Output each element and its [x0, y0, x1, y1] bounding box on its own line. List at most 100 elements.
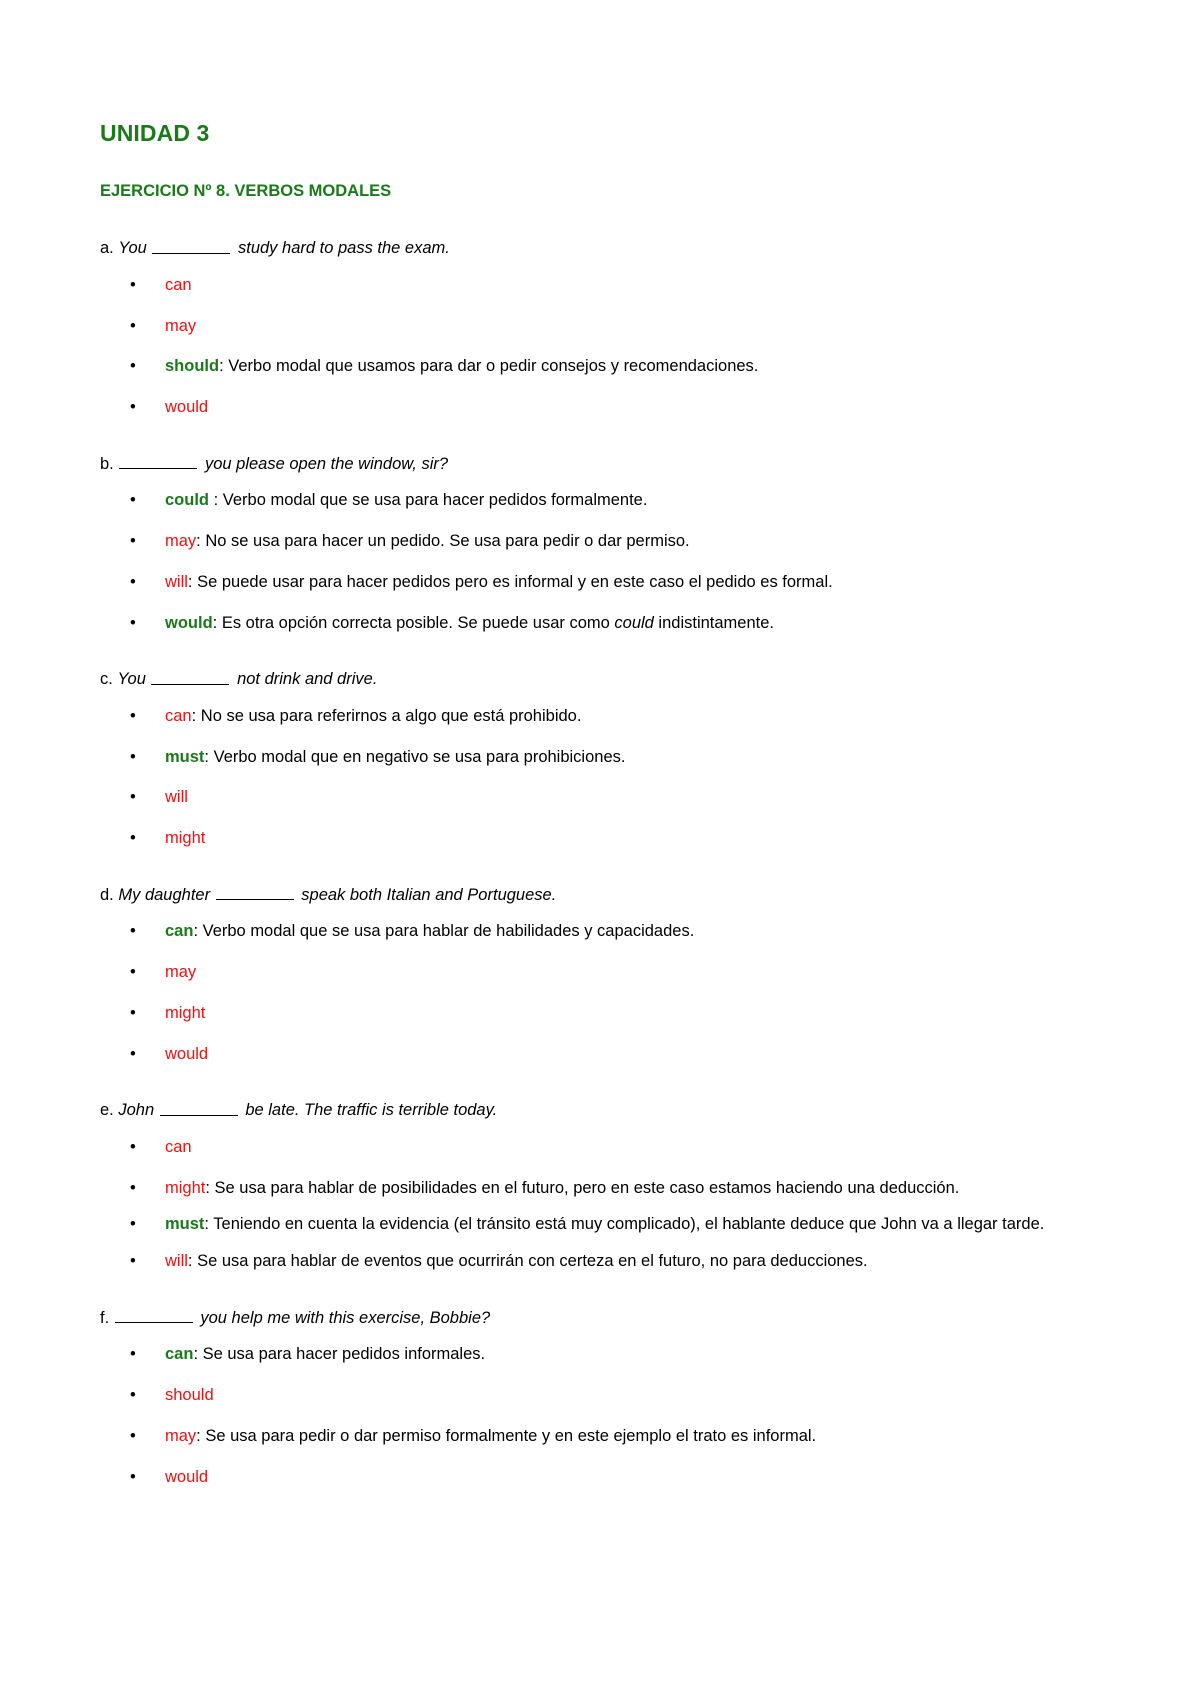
answer-blank[interactable]: [114, 1307, 193, 1324]
modal-verb-incorrect: can: [165, 275, 192, 294]
bullet-icon: •: [130, 1137, 136, 1156]
option-item[interactable]: • may: No se usa para hacer un pedido. Se…: [100, 530, 1100, 553]
questions-container: a. You study hard to pass the exam. • can •…: [100, 237, 1100, 1488]
question-stem: f. you help me with this exercise, Bobbi…: [100, 1307, 1100, 1329]
modal-verb-incorrect: may: [165, 316, 197, 335]
option-item[interactable]: • should: [100, 1384, 1100, 1407]
stem-text-after-blank: speak both Italian and Portuguese.: [301, 886, 557, 905]
option-item[interactable]: • may: [100, 961, 1100, 984]
bullet-icon: •: [130, 1252, 136, 1271]
option-item[interactable]: • must: Verbo modal que en negativo se us…: [100, 746, 1100, 769]
modal-verb-incorrect: will: [165, 788, 188, 807]
option-item[interactable]: • would: [100, 1466, 1100, 1489]
answer-blank[interactable]: [159, 1099, 238, 1116]
option-explanation: Se puede usar para hacer pedidos pero es…: [197, 572, 833, 591]
question-stem: e. John be late. The traffic is terrible…: [100, 1099, 1100, 1121]
answer-blank[interactable]: [151, 668, 230, 685]
bullet-icon: •: [130, 1386, 136, 1405]
option-explanation: Es otra opción correcta posible. Se pued…: [222, 614, 774, 632]
option-item[interactable]: • can: Verbo modal que se usa para hablar…: [100, 920, 1100, 943]
option-explanation: Verbo modal que se usa para hablar de ha…: [202, 922, 695, 941]
option-item[interactable]: • would: [100, 1043, 1100, 1066]
answer-blank[interactable]: [215, 884, 294, 901]
bullet-icon: •: [130, 613, 136, 632]
stem-text-before-blank: John: [118, 1101, 155, 1120]
question-block: a. You study hard to pass the exam. • can •…: [100, 237, 1100, 419]
bullet-icon: •: [130, 706, 136, 725]
option-item[interactable]: • might: Se usa para hablar de posibilida…: [100, 1177, 1100, 1200]
modal-verb-correct: must: [165, 1215, 205, 1234]
modal-verb-incorrect: can: [165, 1137, 192, 1156]
question-letter: a.: [100, 239, 114, 258]
bullet-icon: •: [130, 829, 136, 848]
bullet-icon: •: [130, 1467, 136, 1486]
modal-verb-correct: can: [165, 1345, 194, 1364]
exercise-title: EJERCICIO Nº 8. VERBOS MODALES: [100, 181, 392, 200]
option-separator: :: [196, 532, 206, 551]
bullet-icon: •: [130, 1215, 136, 1234]
modal-verb-incorrect: can: [165, 706, 192, 725]
option-item[interactable]: • would: Es otra opción correcta posible.…: [100, 612, 1100, 635]
bullet-icon: •: [130, 398, 136, 417]
option-explanation: Se usa para hacer pedidos informales.: [202, 1345, 486, 1364]
question-stem: a. You study hard to pass the exam.: [100, 237, 1100, 259]
option-item[interactable]: • will: [100, 786, 1100, 809]
option-item[interactable]: • may: Se usa para pedir o dar permiso fo…: [100, 1425, 1100, 1448]
question-block: b. you please open the window, sir? • coul…: [100, 453, 1100, 635]
option-separator: :: [196, 1426, 206, 1445]
question-block: d. My daughter speak both Italian and Po…: [100, 884, 1100, 1066]
stem-text-after-blank: study hard to pass the exam.: [238, 239, 450, 258]
stem-text-after-blank: not drink and drive.: [237, 670, 378, 689]
modal-verb-incorrect: may: [165, 963, 197, 982]
bullet-icon: •: [130, 1044, 136, 1063]
question-letter: e.: [100, 1101, 114, 1120]
option-item[interactable]: • can: Se usa para hacer pedidos informal…: [100, 1343, 1100, 1366]
option-separator: :: [212, 613, 222, 632]
modal-verb-incorrect: may: [165, 1426, 197, 1445]
bullet-icon: •: [130, 491, 136, 510]
option-item[interactable]: • will: Se puede usar para hacer pedidos …: [100, 571, 1100, 594]
modal-verb-incorrect: might: [165, 829, 206, 848]
question-stem: d. My daughter speak both Italian and Po…: [100, 884, 1100, 906]
question-letter: f.: [100, 1309, 110, 1328]
explanation-emphasis: could: [614, 613, 654, 632]
stem-text-before-blank: You: [118, 239, 147, 258]
modal-verb-correct: could: [165, 491, 209, 510]
modal-verb-correct: must: [165, 747, 205, 766]
option-item[interactable]: • may: [100, 315, 1100, 338]
stem-text-after-blank: be late. The traffic is terrible today.: [245, 1101, 498, 1120]
option-item[interactable]: • should: Verbo modal que usamos para dar…: [100, 355, 1100, 378]
stem-text-before-blank: You: [117, 670, 146, 689]
option-list: • could : Verbo modal que se usa para hac…: [100, 489, 1100, 634]
option-item[interactable]: • will: Se usa para hablar de eventos que…: [100, 1250, 1100, 1273]
bullet-icon: •: [130, 1178, 136, 1197]
page-title: UNIDAD 3: [100, 120, 210, 146]
option-item[interactable]: • can: [100, 1136, 1100, 1159]
stem-text-after-blank: you help me with this exercise, Bobbie?: [200, 1309, 491, 1328]
option-item[interactable]: • can: No se usa para referirnos a algo q…: [100, 705, 1100, 728]
option-item[interactable]: • might: [100, 1002, 1100, 1025]
option-explanation: No se usa para hacer un pedido. Se usa p…: [205, 532, 690, 551]
option-separator: :: [187, 1252, 198, 1271]
bullet-icon: •: [130, 922, 136, 941]
explanation-text: indistintamente.: [653, 613, 774, 632]
answer-blank[interactable]: [119, 453, 198, 470]
option-item[interactable]: • can: [100, 274, 1100, 297]
modal-verb-incorrect: would: [165, 1044, 209, 1063]
bullet-icon: •: [130, 357, 136, 376]
answer-blank[interactable]: [152, 237, 231, 254]
modal-verb-incorrect: should: [165, 1386, 214, 1405]
question-block: f. you help me with this exercise, Bobbi…: [100, 1307, 1100, 1489]
modal-verb-incorrect: would: [165, 398, 209, 417]
option-item[interactable]: • could : Verbo modal que se usa para hac…: [100, 489, 1100, 512]
option-item[interactable]: • might: [100, 827, 1100, 850]
bullet-icon: •: [130, 316, 136, 335]
modal-verb-correct: can: [165, 922, 194, 941]
stem-text-before-blank: My daughter: [118, 886, 211, 905]
document-page: UNIDAD 3 EJERCICIO Nº 8. VERBOS MODALES …: [0, 0, 1200, 1698]
option-explanation: Se usa para pedir o dar permiso formalme…: [205, 1426, 817, 1445]
option-item[interactable]: • would: [100, 396, 1100, 419]
question-letter: c.: [100, 670, 113, 689]
modal-verb-incorrect: might: [165, 1003, 206, 1022]
option-item[interactable]: • must: Teniendo en cuenta la evidencia (…: [100, 1213, 1100, 1236]
